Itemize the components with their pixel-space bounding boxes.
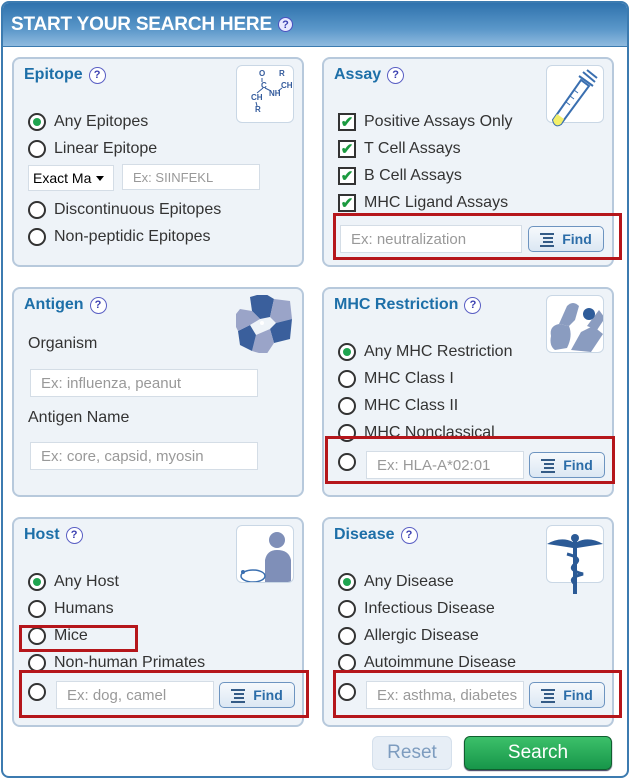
assay-checkbox-mhc-ligand[interactable]: ✔ MHC Ligand Assays (338, 192, 508, 214)
epitope-option-linear[interactable]: Linear Epitope (28, 138, 157, 160)
help-icon[interactable]: ? (89, 296, 107, 314)
host-option-any[interactable]: Any Host (28, 571, 119, 593)
radio-button[interactable] (28, 228, 46, 246)
disease-option-infectious[interactable]: Infectious Disease (338, 598, 495, 620)
option-label: Any Disease (364, 573, 454, 590)
option-label: Any Host (54, 573, 119, 590)
radio-button[interactable] (28, 113, 46, 131)
epitope-sequence-input[interactable] (122, 164, 260, 190)
option-label: MHC Class I (364, 370, 454, 387)
antigen-title: Antigen? (24, 296, 107, 314)
reset-button[interactable]: Reset (372, 736, 452, 770)
svg-text:CH: CH (281, 81, 293, 90)
radio-button[interactable] (28, 201, 46, 219)
highlight-box (333, 213, 622, 260)
mhc-molecule-icon (546, 295, 604, 353)
match-type-select[interactable]: Exact Ma (28, 165, 114, 191)
assay-checkbox-positive[interactable]: ✔ Positive Assays Only (338, 111, 513, 133)
disease-option-any[interactable]: Any Disease (338, 571, 454, 593)
checkbox-label: MHC Ligand Assays (364, 194, 509, 211)
mhc-title-text: MHC Restriction (334, 296, 459, 313)
mhc-option-any[interactable]: Any MHC Restriction (338, 341, 512, 363)
radio-button[interactable] (338, 627, 356, 645)
checkbox-checked-icon[interactable]: ✔ (338, 140, 356, 158)
epitope-option-nonpeptidic[interactable]: Non-peptidic Epitopes (28, 226, 211, 248)
checkbox-checked-icon[interactable]: ✔ (338, 113, 356, 131)
radio-button[interactable] (338, 397, 356, 415)
help-icon[interactable]: ? (88, 66, 106, 84)
host-option-humans[interactable]: Humans (28, 598, 114, 620)
highlight-box (325, 436, 615, 484)
checkbox-label: T Cell Assays (364, 140, 461, 157)
option-label: Any MHC Restriction (364, 343, 513, 360)
help-icon[interactable]: ? (277, 17, 293, 32)
radio-button[interactable] (338, 343, 356, 361)
radio-button[interactable] (338, 600, 356, 618)
organism-label: Organism (28, 335, 98, 352)
radio-button[interactable] (338, 370, 356, 388)
highlight-box (19, 670, 309, 718)
assay-checkbox-tcell[interactable]: ✔ T Cell Assays (338, 138, 461, 160)
mhc-option-class-ii[interactable]: MHC Class II (338, 395, 458, 417)
search-button[interactable]: Search (464, 736, 612, 770)
option-label: Non-peptidic Epitopes (54, 228, 211, 245)
disease-title-text: Disease (334, 526, 395, 543)
option-label: Allergic Disease (364, 627, 479, 644)
organism-input[interactable] (30, 369, 258, 397)
assay-title: Assay? (334, 66, 405, 84)
antigen-title-text: Antigen (24, 296, 84, 313)
peptide-structure-icon: O R C CH CH NH R (236, 65, 294, 123)
epitope-title-text: Epitope (24, 66, 83, 83)
select-value: Exact Ma (33, 170, 92, 186)
svg-text:R: R (279, 69, 285, 78)
search-header: START YOUR SEARCH HERE ? (3, 3, 627, 47)
mhc-option-class-i[interactable]: MHC Class I (338, 368, 454, 390)
option-label: MHC Class II (364, 397, 459, 414)
svg-text:CH: CH (251, 93, 263, 102)
epitope-option-any[interactable]: Any Epitopes (28, 111, 148, 133)
svg-text:O: O (259, 69, 265, 78)
host-title: Host? (24, 526, 83, 544)
test-tube-icon (546, 65, 604, 127)
disease-title: Disease? (334, 526, 418, 544)
epitope-panel: Epitope? O R C CH CH NH R Any Epitopes Linear … (12, 57, 304, 267)
radio-button[interactable] (28, 140, 46, 158)
assay-checkbox-bcell[interactable]: ✔ B Cell Assays (338, 165, 462, 187)
antigen-name-label: Antigen Name (28, 409, 130, 426)
option-label: Discontinuous Epitopes (54, 201, 222, 218)
option-label: Infectious Disease (364, 600, 495, 617)
epitope-option-discontinuous[interactable]: Discontinuous Epitopes (28, 199, 221, 221)
radio-button[interactable] (338, 573, 356, 591)
disease-option-allergic[interactable]: Allergic Disease (338, 625, 479, 647)
help-icon[interactable]: ? (65, 526, 83, 544)
radio-button[interactable] (28, 600, 46, 618)
help-icon[interactable]: ? (387, 66, 405, 84)
host-title-text: Host (24, 526, 60, 543)
antigen-name-input[interactable] (30, 442, 258, 470)
radio-button[interactable] (28, 573, 46, 591)
highlight-box (19, 625, 138, 652)
help-icon[interactable]: ? (464, 296, 482, 314)
option-label: Humans (54, 600, 114, 617)
antigen-panel: Antigen? Organism Antigen Name (12, 287, 304, 497)
page-title: START YOUR SEARCH HERE (11, 13, 272, 35)
mhc-title: MHC Restriction? (334, 296, 482, 314)
human-mouse-icon (236, 525, 294, 583)
checkbox-label: B Cell Assays (364, 167, 462, 184)
protein-structure-icon (236, 295, 294, 353)
help-icon[interactable]: ? (400, 526, 418, 544)
svg-text:R: R (255, 105, 261, 114)
checkbox-label: Positive Assays Only (364, 113, 513, 130)
caduceus-icon (546, 525, 604, 594)
checkbox-checked-icon[interactable]: ✔ (338, 194, 356, 212)
assay-title-text: Assay (334, 66, 382, 83)
checkbox-checked-icon[interactable]: ✔ (338, 167, 356, 185)
epitope-title: Epitope? (24, 66, 106, 84)
highlight-box (333, 670, 622, 718)
dropdown-caret-icon (96, 175, 105, 181)
option-label: Linear Epitope (54, 140, 158, 157)
option-label: Any Epitopes (54, 113, 149, 130)
